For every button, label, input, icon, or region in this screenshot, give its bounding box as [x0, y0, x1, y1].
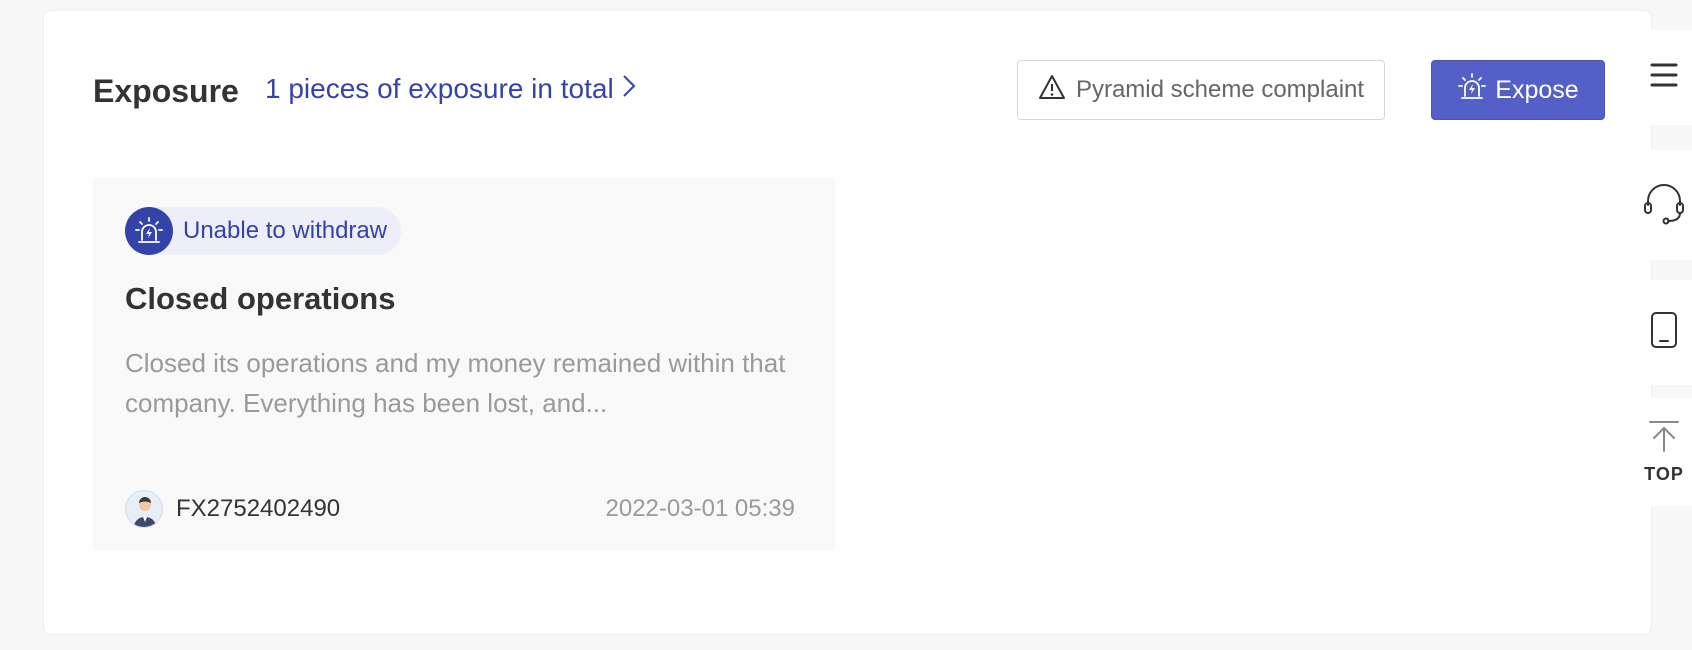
avatar [125, 490, 163, 528]
exposure-panel: Exposure 1 pieces of exposure in total P… [43, 10, 1652, 635]
card-title: Closed operations [125, 281, 396, 316]
side-support-button[interactable] [1636, 150, 1692, 260]
menu-icon [1649, 60, 1679, 95]
user-name: FX2752402490 [176, 495, 341, 522]
expose-button[interactable]: Expose [1431, 60, 1605, 120]
alarm-icon [125, 207, 173, 255]
phone-icon [1649, 311, 1679, 354]
side-menu-button[interactable] [1636, 30, 1692, 125]
headset-icon [1642, 181, 1686, 230]
expose-label: Expose [1495, 75, 1579, 104]
arrow-up-icon [1647, 419, 1681, 458]
section-title: Exposure [93, 73, 239, 109]
category-tag: Unable to withdraw [125, 207, 402, 255]
chevron-right-icon [622, 73, 636, 105]
category-tag-label: Unable to withdraw [183, 217, 388, 244]
card-date: 2022-03-01 05:39 [605, 495, 796, 522]
top-label: TOP [1644, 464, 1684, 484]
exposure-count-label: 1 pieces of exposure in total [265, 73, 614, 104]
side-toolbar: TOP [1636, 0, 1692, 650]
card-description: Closed its operations and my money remai… [125, 348, 786, 418]
exposure-count-link[interactable]: 1 pieces of exposure in total [265, 73, 636, 105]
back-to-top-button[interactable]: TOP [1636, 398, 1692, 506]
alarm-icon [1457, 72, 1487, 109]
side-mobile-button[interactable] [1636, 280, 1692, 385]
warning-icon [1038, 74, 1066, 107]
pyramid-complaint-button[interactable]: Pyramid scheme complaint [1017, 60, 1385, 120]
exposure-card[interactable]: Unable to withdraw Closed operations Clo… [93, 177, 835, 551]
pyramid-complaint-label: Pyramid scheme complaint [1075, 76, 1365, 103]
